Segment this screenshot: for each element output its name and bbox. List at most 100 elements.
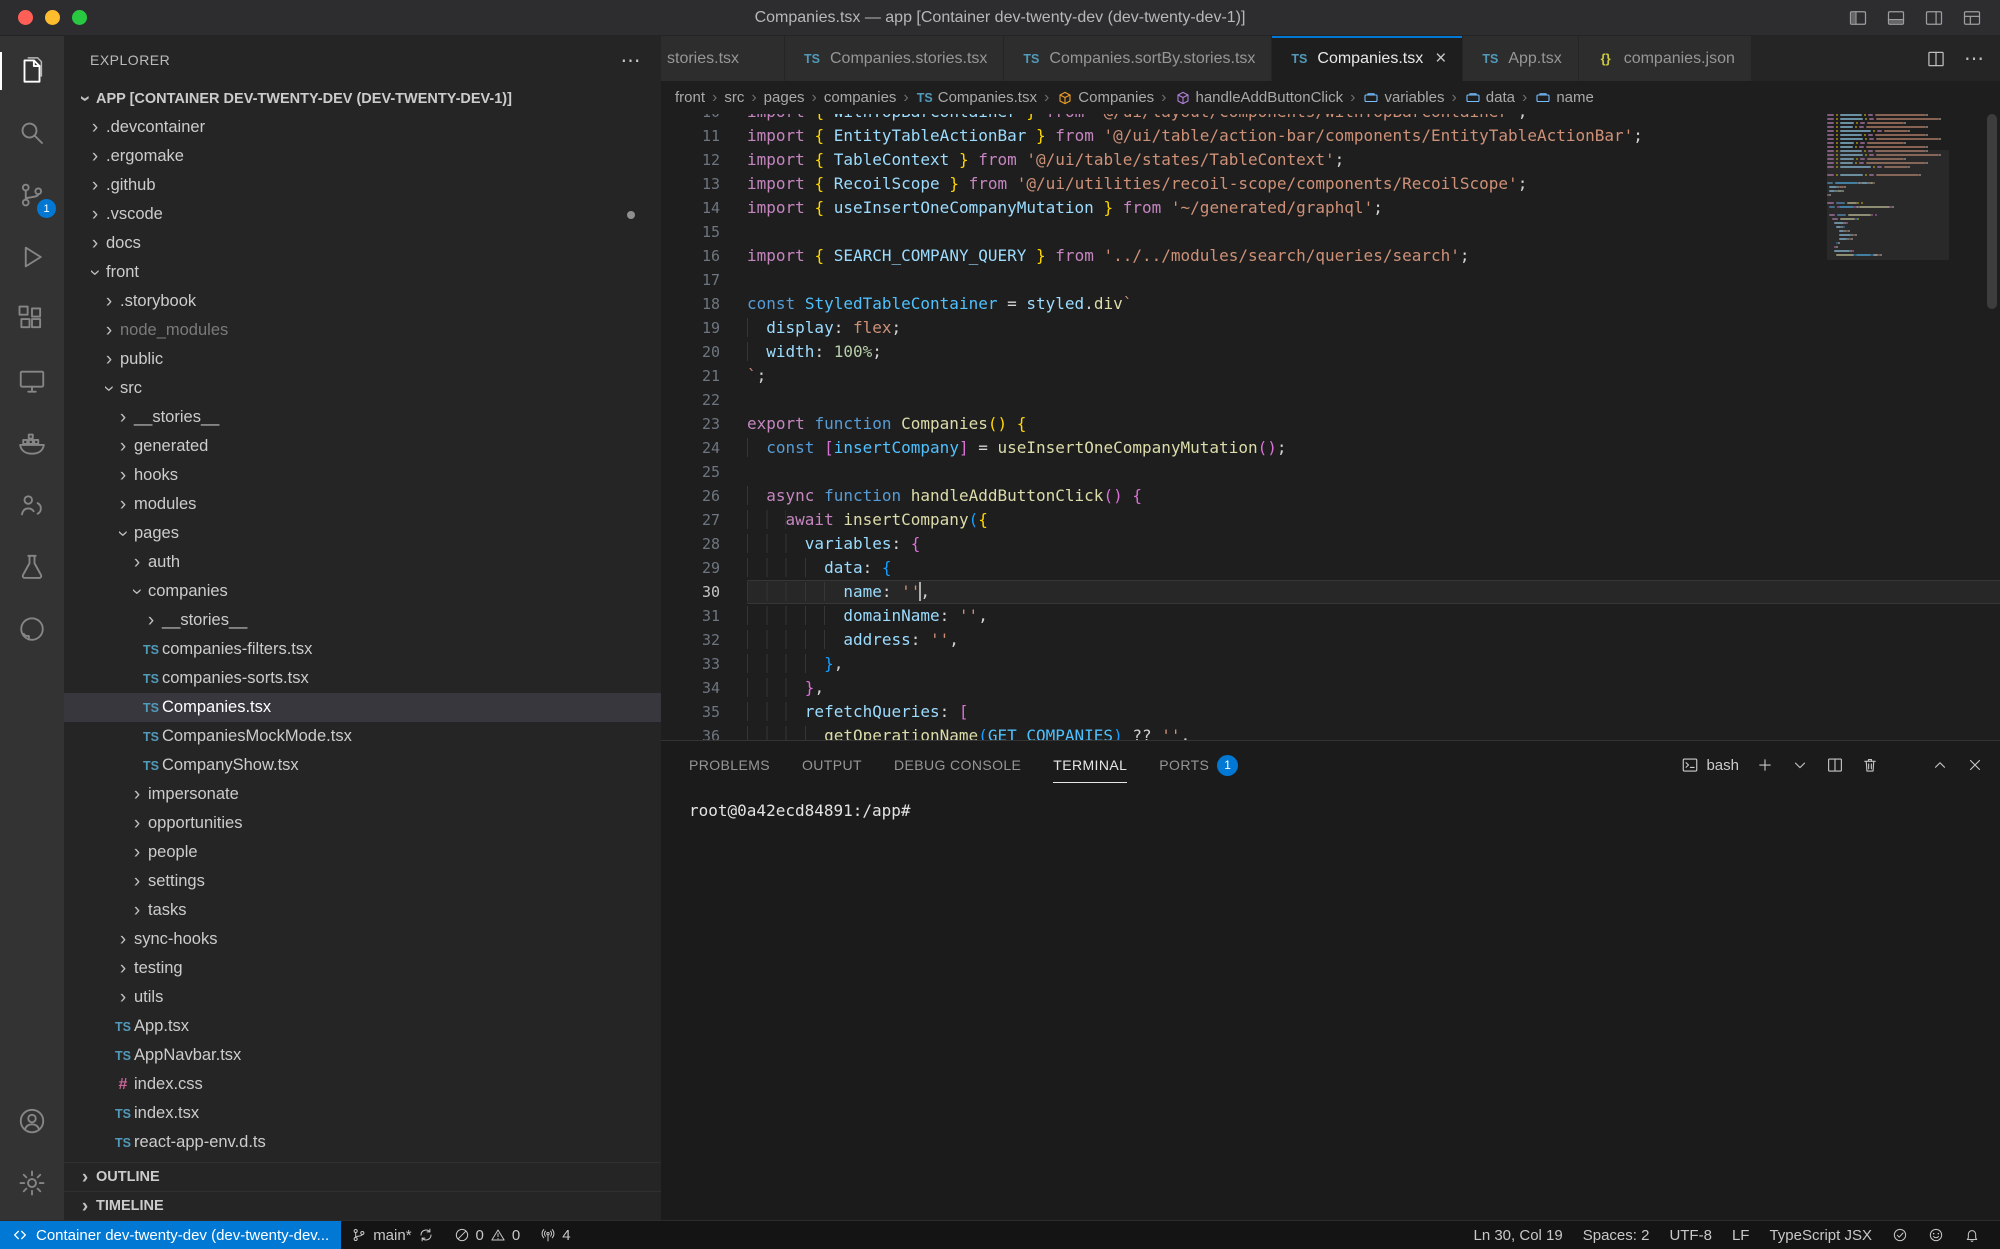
github-button[interactable] xyxy=(0,598,64,660)
customize-layout-icon[interactable] xyxy=(1962,8,1982,28)
kill-terminal-icon[interactable] xyxy=(1861,756,1879,774)
editor-tab[interactable]: {}companies.json xyxy=(1579,36,1752,81)
tree-item[interactable]: TSindex.tsx xyxy=(64,1099,661,1128)
tree-item[interactable]: TSApp.tsx xyxy=(64,1012,661,1041)
panel-tab-ports[interactable]: PORTS1 xyxy=(1159,741,1238,789)
tree-item[interactable]: ›modules xyxy=(64,490,661,519)
accounts-button[interactable] xyxy=(0,1090,64,1152)
remote-indicator[interactable]: Container dev-twenty-dev (dev-twenty-dev… xyxy=(0,1221,341,1249)
outline-section[interactable]: › OUTLINE xyxy=(64,1162,661,1191)
terminal-shell-selector[interactable]: bash xyxy=(1681,756,1739,774)
tree-item[interactable]: TSAppNavbar.tsx xyxy=(64,1041,661,1070)
split-editor-icon[interactable] xyxy=(1926,49,1946,69)
breadcrumb-item[interactable]: data xyxy=(1464,89,1515,106)
terminal-dropdown-icon[interactable] xyxy=(1791,756,1809,774)
panel-tab-problems[interactable]: PROBLEMS xyxy=(689,741,770,789)
panel-tab-debug-console[interactable]: DEBUG CONSOLE xyxy=(894,741,1021,789)
tree-item[interactable]: TScompanies-filters.tsx xyxy=(64,635,661,664)
problems-status[interactable]: 0 0 xyxy=(444,1221,531,1249)
zoom-window-button[interactable] xyxy=(72,10,87,25)
tree-item[interactable]: ›.ergomake xyxy=(64,142,661,171)
timeline-section[interactable]: › TIMELINE xyxy=(64,1191,661,1220)
tree-item[interactable]: ›src xyxy=(64,374,661,403)
tree-item[interactable]: TScompanies-sorts.tsx xyxy=(64,664,661,693)
feedback-status[interactable] xyxy=(1918,1221,1954,1249)
docker-button[interactable] xyxy=(0,412,64,474)
tree-item[interactable]: ›impersonate xyxy=(64,780,661,809)
tree-item[interactable]: ›.storybook xyxy=(64,287,661,316)
encoding-status[interactable]: UTF-8 xyxy=(1659,1221,1722,1249)
code-editor[interactable]: 10import { WithTopBarContainer } from '@… xyxy=(661,114,2000,740)
eol-status[interactable]: LF xyxy=(1722,1221,1760,1249)
tree-item[interactable]: ›public xyxy=(64,345,661,374)
workspace-section-header[interactable]: › APP [CONTAINER DEV-TWENTY-DEV (DEV-TWE… xyxy=(64,84,661,113)
tree-item[interactable]: TSreact-app-env.d.ts xyxy=(64,1128,661,1157)
indentation-status[interactable]: Spaces: 2 xyxy=(1573,1221,1660,1249)
tree-item[interactable]: ›settings xyxy=(64,867,661,896)
tree-item[interactable]: ›companies xyxy=(64,577,661,606)
explorer-more-actions-icon[interactable]: ⋯ xyxy=(621,48,642,73)
editor-more-actions-icon[interactable]: ⋯ xyxy=(1964,46,1984,71)
more-actions-icon[interactable] xyxy=(1896,756,1914,774)
tree-item[interactable]: TSCompanies.tsx xyxy=(64,693,661,722)
tree-item[interactable]: ›pages xyxy=(64,519,661,548)
tree-item[interactable]: ›tasks xyxy=(64,896,661,925)
live-share-button[interactable] xyxy=(0,474,64,536)
minimize-window-button[interactable] xyxy=(45,10,60,25)
breadcrumb-item[interactable]: companies xyxy=(824,89,897,106)
editor-tab[interactable]: TSApp.tsx xyxy=(1463,36,1578,81)
tree-item[interactable]: #index.css xyxy=(64,1070,661,1099)
tree-item[interactable]: ›utils xyxy=(64,983,661,1012)
prettier-status[interactable] xyxy=(1882,1221,1918,1249)
breadcrumb-item[interactable]: handleAddButtonClick xyxy=(1174,89,1344,106)
editor-scrollbar[interactable] xyxy=(1987,114,1997,309)
git-branch-status[interactable]: main* xyxy=(341,1221,443,1249)
tree-item[interactable]: ›.vscode xyxy=(64,200,661,229)
run-debug-button[interactable] xyxy=(0,226,64,288)
toggle-primary-sidebar-icon[interactable] xyxy=(1848,8,1868,28)
tree-item[interactable]: ›node_modules xyxy=(64,316,661,345)
split-terminal-icon[interactable] xyxy=(1826,756,1844,774)
maximize-panel-icon[interactable] xyxy=(1931,756,1949,774)
tree-item[interactable]: ›people xyxy=(64,838,661,867)
tree-item[interactable]: ›generated xyxy=(64,432,661,461)
breadcrumb-item[interactable]: pages xyxy=(764,89,805,106)
tree-item[interactable]: ›auth xyxy=(64,548,661,577)
test-explorer-button[interactable] xyxy=(0,536,64,598)
close-tab-icon[interactable]: × xyxy=(1435,48,1446,70)
new-terminal-icon[interactable] xyxy=(1756,756,1774,774)
breadcrumb-item[interactable]: front xyxy=(675,89,705,106)
tree-item[interactable]: ›sync-hooks xyxy=(64,925,661,954)
editor-tab[interactable]: TSCompanies.sortBy.stories.tsx xyxy=(1004,36,1272,81)
editor-tab[interactable]: TSCompanies.stories.tsx xyxy=(785,36,1004,81)
tree-item[interactable]: TSCompanyShow.tsx xyxy=(64,751,661,780)
toggle-panel-icon[interactable] xyxy=(1886,8,1906,28)
forwarded-ports-status[interactable]: 4 xyxy=(530,1221,580,1249)
tree-item[interactable]: ›opportunities xyxy=(64,809,661,838)
panel-tab-output[interactable]: OUTPUT xyxy=(802,741,862,789)
tree-item[interactable]: ›front xyxy=(64,258,661,287)
editor-tab[interactable]: TSCompanies.tsx× xyxy=(1272,36,1463,81)
breadcrumb-item[interactable]: name xyxy=(1534,89,1594,106)
search-button[interactable] xyxy=(0,102,64,164)
extensions-button[interactable] xyxy=(0,288,64,350)
breadcrumb-item[interactable]: Companies xyxy=(1056,89,1154,106)
tree-item[interactable]: ›testing xyxy=(64,954,661,983)
terminal-output[interactable]: root@0a42ecd84891:/app# xyxy=(661,789,2000,1220)
notifications-status[interactable] xyxy=(1954,1221,1990,1249)
language-mode-status[interactable]: TypeScript JSX xyxy=(1759,1221,1882,1249)
close-window-button[interactable] xyxy=(18,10,33,25)
editor-tab[interactable]: stories.tsx xyxy=(661,36,785,81)
tree-item[interactable]: ›docs xyxy=(64,229,661,258)
panel-tab-terminal[interactable]: TERMINAL xyxy=(1053,741,1127,789)
breadcrumb-item[interactable]: TSCompanies.tsx xyxy=(916,89,1037,106)
tree-item[interactable]: TSCompaniesMockMode.tsx xyxy=(64,722,661,751)
close-panel-icon[interactable] xyxy=(1966,756,1984,774)
breadcrumb-item[interactable]: variables xyxy=(1362,89,1444,106)
tree-item[interactable]: ›.github xyxy=(64,171,661,200)
tree-item[interactable]: ›__stories__ xyxy=(64,606,661,635)
source-control-button[interactable]: 1 xyxy=(0,164,64,226)
remote-explorer-button[interactable] xyxy=(0,350,64,412)
settings-button[interactable] xyxy=(0,1152,64,1214)
tree-item[interactable]: ›__stories__ xyxy=(64,403,661,432)
